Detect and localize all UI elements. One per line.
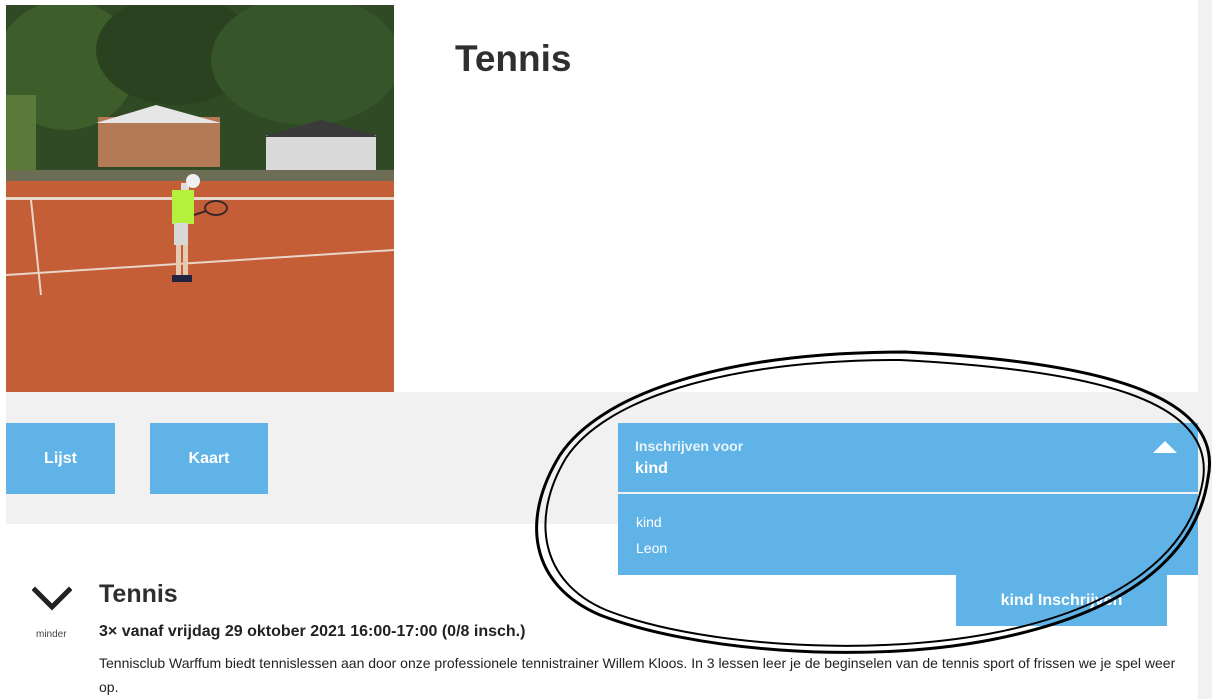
enroll-button[interactable]: kind Inschrijven bbox=[956, 575, 1167, 626]
list-view-button[interactable]: Lijst bbox=[6, 423, 115, 494]
option-leon[interactable]: Leon bbox=[636, 540, 667, 556]
course-title: Tennis bbox=[99, 580, 178, 608]
chevron-down-icon[interactable] bbox=[32, 586, 72, 612]
enroll-for-selected-value: kind bbox=[635, 460, 668, 477]
tennis-photo bbox=[6, 5, 394, 392]
page-title: Tennis bbox=[455, 38, 572, 79]
enroll-for-options: kind Leon bbox=[618, 494, 1198, 575]
course-description: Tennisclub Warffum biedt tennislessen aa… bbox=[99, 655, 1176, 695]
map-view-button[interactable]: Kaart bbox=[150, 423, 268, 494]
course-schedule: 3× vanaf vrijdag 29 oktober 2021 16:00-1… bbox=[99, 623, 526, 640]
page-side-strip bbox=[1198, 0, 1212, 699]
caret-up-icon[interactable] bbox=[1153, 441, 1177, 453]
option-kind[interactable]: kind bbox=[636, 514, 662, 530]
enroll-for-label: Inschrijven voor bbox=[635, 438, 744, 454]
enroll-for-select[interactable]: Inschrijven voor kind bbox=[618, 423, 1198, 492]
collapse-toggle-label[interactable]: minder bbox=[36, 629, 67, 640]
